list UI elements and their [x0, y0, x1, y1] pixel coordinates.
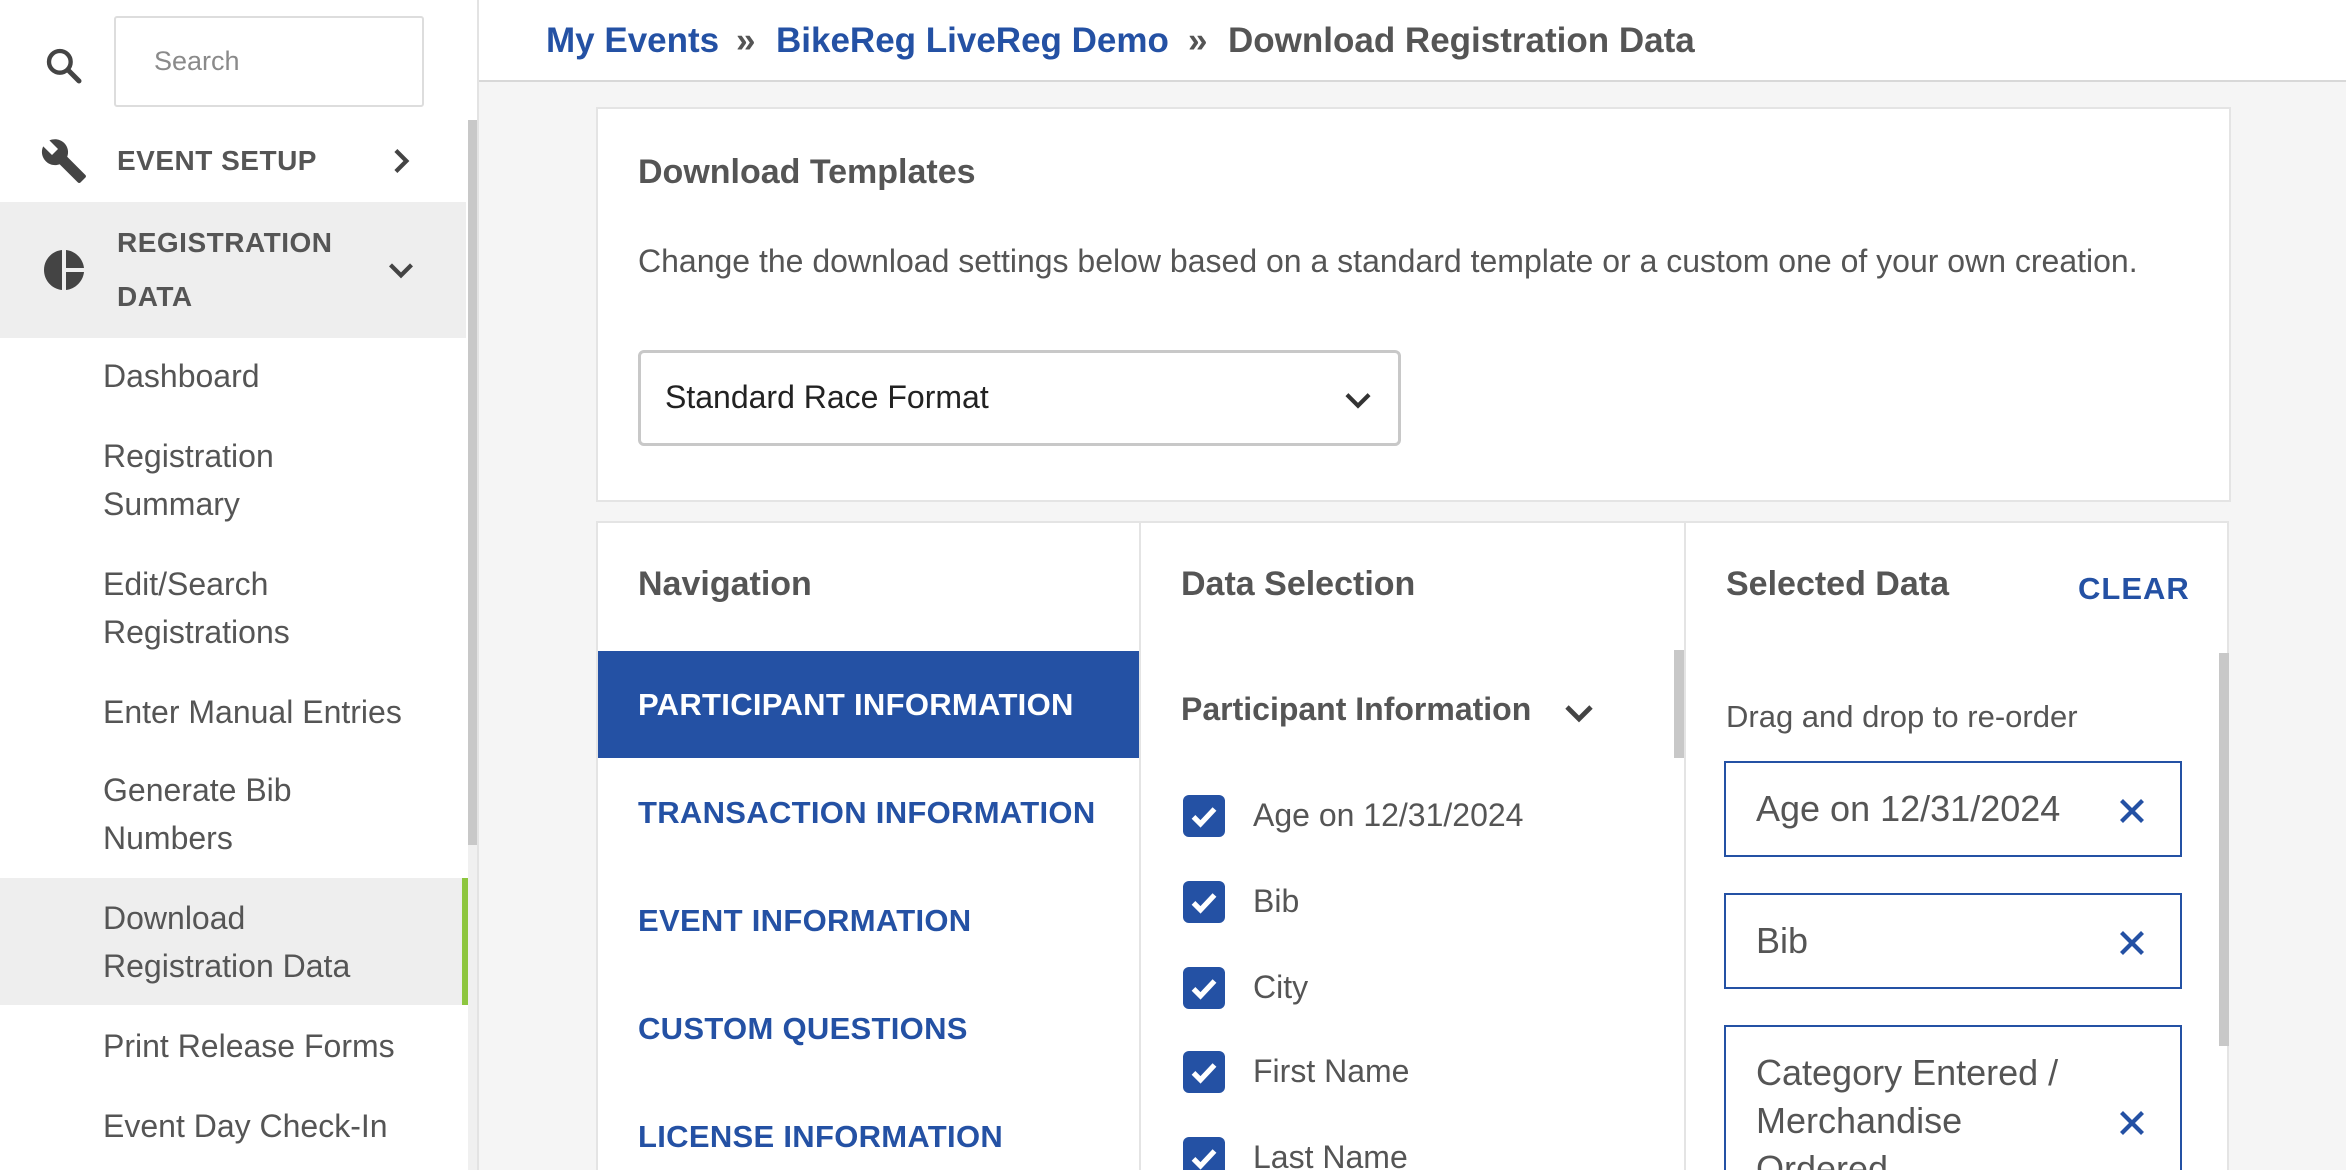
pie-chart-icon	[44, 250, 84, 290]
wrench-icon	[41, 139, 86, 183]
field-group-header[interactable]: Participant Information	[1181, 691, 1531, 728]
navigation-title: Navigation	[638, 565, 812, 603]
template-select-value: Standard Race Format	[665, 379, 989, 415]
checkbox-checked[interactable]	[1183, 1051, 1225, 1093]
checkbox-checked[interactable]	[1183, 1137, 1225, 1170]
download-templates-description: Change the download settings below based…	[638, 243, 2138, 279]
chip-label: Merchandise	[1756, 1100, 1963, 1141]
chip-label: Ordered	[1756, 1148, 1889, 1170]
close-icon[interactable]	[2114, 1105, 2150, 1141]
breadcrumb-link-event[interactable]: BikeReg LiveReg Demo	[776, 18, 1169, 64]
drag-hint: Drag and drop to re-order	[1726, 699, 2078, 734]
navigation-panel: Navigation PARTICIPANT INFORMATION TRANS…	[596, 521, 1141, 1170]
sidebar-item-label: Enter Manual Entries	[103, 694, 402, 730]
selected-chip[interactable]: Category Entered / Merchandise Ordered	[1724, 1025, 2182, 1170]
sidebar-item-enter-manual-entries[interactable]: Enter Manual Entries	[0, 688, 466, 736]
sidebar-item-label: Numbers	[103, 820, 233, 856]
sidebar-section-label: DATA	[117, 281, 193, 312]
checkbox-checked[interactable]	[1183, 881, 1225, 923]
search-icon[interactable]	[44, 46, 84, 86]
sidebar-section-label: EVENT SETUP	[117, 145, 317, 176]
search-input[interactable]	[114, 16, 424, 107]
check-icon	[1191, 1149, 1217, 1170]
field-label: First Name	[1253, 1053, 1410, 1089]
nav-license-information[interactable]: LICENSE INFORMATION	[598, 1083, 1139, 1170]
nav-event-information[interactable]: EVENT INFORMATION	[598, 867, 1139, 974]
selected-data-scrollbar[interactable]	[2219, 653, 2229, 1046]
chip-label: Bib	[1756, 920, 1809, 961]
sidebar-item-label: Registrations	[103, 614, 290, 650]
nav-custom-questions[interactable]: CUSTOM QUESTIONS	[598, 975, 1139, 1082]
sidebar-scrollbar-thumb[interactable]	[468, 120, 477, 845]
data-selection-title: Data Selection	[1181, 565, 1416, 603]
selected-chip[interactable]: Bib	[1724, 893, 2182, 989]
sidebar-item-label: Edit/Search	[103, 566, 269, 602]
field-label: Last Name	[1253, 1139, 1408, 1170]
sidebar-section-event-setup[interactable]: EVENT SETUP	[0, 120, 466, 202]
search-bar	[0, 0, 477, 120]
sidebar-item-registration-summary[interactable]: Registration Summary	[0, 432, 466, 528]
data-selection-panel: Data Selection Participant Information A…	[1139, 521, 1686, 1170]
breadcrumb-link-my-events[interactable]: My Events	[546, 18, 719, 64]
breadcrumb: My Events » BikeReg LiveReg Demo » Downl…	[479, 0, 2346, 82]
sidebar-item-edit-search-registrations[interactable]: Edit/Search Registrations	[0, 560, 466, 656]
nav-transaction-information[interactable]: TRANSACTION INFORMATION	[598, 759, 1139, 866]
selected-data-panel: Selected Data CLEAR Drag and drop to re-…	[1684, 521, 2229, 1170]
chevron-right-icon	[394, 149, 410, 173]
close-icon[interactable]	[2114, 793, 2150, 829]
sidebar-item-label: Dashboard	[103, 358, 260, 394]
chip-label: Age on 12/31/2024	[1756, 788, 2061, 829]
sidebar-item-dashboard[interactable]: Dashboard	[0, 352, 466, 400]
selected-chip[interactable]: Age on 12/31/2024	[1724, 761, 2182, 857]
download-templates-card: Download Templates Change the download s…	[596, 107, 2231, 502]
data-selection-scrollbar[interactable]	[1674, 650, 1684, 758]
check-icon	[1191, 1063, 1217, 1084]
check-icon	[1191, 893, 1217, 914]
field-label: Age on 12/31/2024	[1253, 797, 1524, 833]
sidebar-section-registration-data[interactable]: REGISTRATION DATA	[0, 202, 466, 338]
sidebar-item-label: Registration	[103, 438, 274, 474]
checkbox-checked[interactable]	[1183, 795, 1225, 837]
sidebar-section-label: REGISTRATION	[117, 227, 333, 258]
clear-button[interactable]: CLEAR	[2078, 571, 2190, 607]
field-label: City	[1253, 969, 1309, 1005]
sidebar-item-label: Event Day Check-In	[103, 1108, 388, 1144]
sidebar-item-label: Download	[103, 900, 246, 936]
chevron-down-icon	[1345, 393, 1371, 409]
breadcrumb-separator: »	[736, 21, 756, 60]
sidebar-item-label: Generate Bib	[103, 772, 292, 808]
close-icon[interactable]	[2114, 925, 2150, 961]
download-templates-title: Download Templates	[638, 153, 976, 191]
field-label: Bib	[1253, 883, 1300, 919]
sidebar-item-label: Registration Data	[103, 948, 351, 984]
sidebar-item-label: Print Release Forms	[103, 1028, 395, 1064]
sidebar-item-generate-bib-numbers[interactable]: Generate Bib Numbers	[0, 766, 466, 862]
sidebar-item-print-release-forms[interactable]: Print Release Forms	[0, 1022, 466, 1070]
chip-label: Category Entered /	[1756, 1052, 2059, 1093]
template-select[interactable]: Standard Race Format	[638, 350, 1401, 446]
sidebar: EVENT SETUP REGISTRATION DATA Dashboard …	[0, 0, 479, 1170]
nav-participant-information[interactable]: PARTICIPANT INFORMATION	[598, 651, 1139, 758]
checkbox-checked[interactable]	[1183, 967, 1225, 1009]
sidebar-item-label: Summary	[103, 486, 240, 522]
check-icon	[1191, 807, 1217, 828]
chevron-down-icon	[389, 263, 413, 279]
selected-data-title: Selected Data	[1726, 565, 1949, 603]
breadcrumb-current-page: Download Registration Data	[1228, 21, 1695, 60]
sidebar-item-event-day-check-in[interactable]: Event Day Check-In	[0, 1102, 466, 1150]
breadcrumb-separator: »	[1188, 21, 1208, 60]
sidebar-item-download-registration-data[interactable]: Download Registration Data	[0, 878, 466, 1005]
chevron-down-icon[interactable]	[1561, 695, 1597, 731]
check-icon	[1191, 979, 1217, 1000]
